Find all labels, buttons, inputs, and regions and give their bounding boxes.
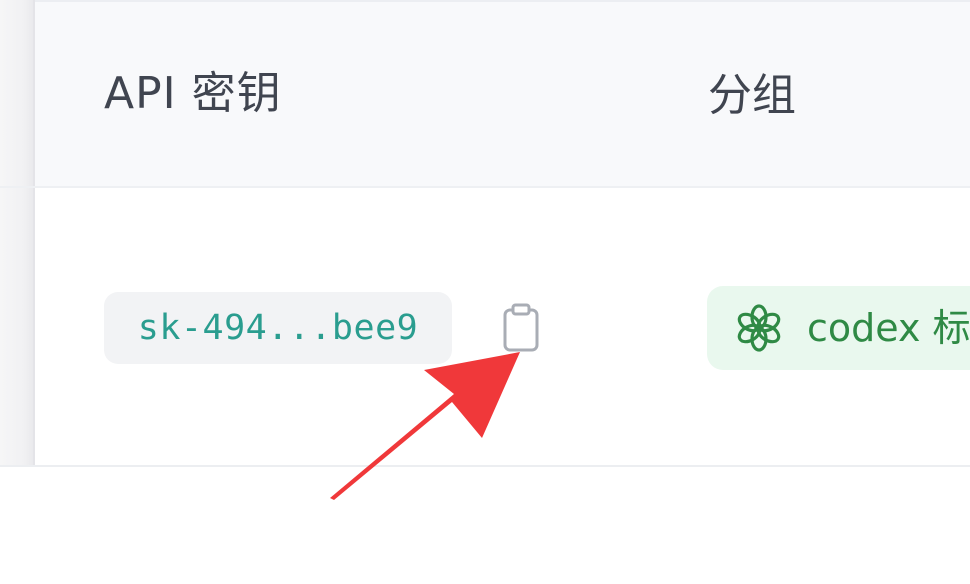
row-divider <box>0 465 970 467</box>
column-header-group[interactable]: 分组 <box>708 74 796 118</box>
clipboard-icon <box>503 303 539 352</box>
column-header-api-key[interactable]: API 密钥 <box>104 72 282 116</box>
openai-logo-icon <box>733 302 785 354</box>
api-key-chip: sk-494...bee9 <box>104 292 452 364</box>
api-key-value: sk-494...bee9 <box>137 308 419 348</box>
group-tag: codex 标 <box>707 286 970 370</box>
fixed-column-shadow <box>0 0 34 466</box>
copy-api-key-button[interactable] <box>497 302 547 356</box>
group-tag-label: codex 标 <box>807 306 970 350</box>
api-keys-table-view: API 密钥 分组 sk-494...bee9 codex 标 <box>0 0 970 584</box>
